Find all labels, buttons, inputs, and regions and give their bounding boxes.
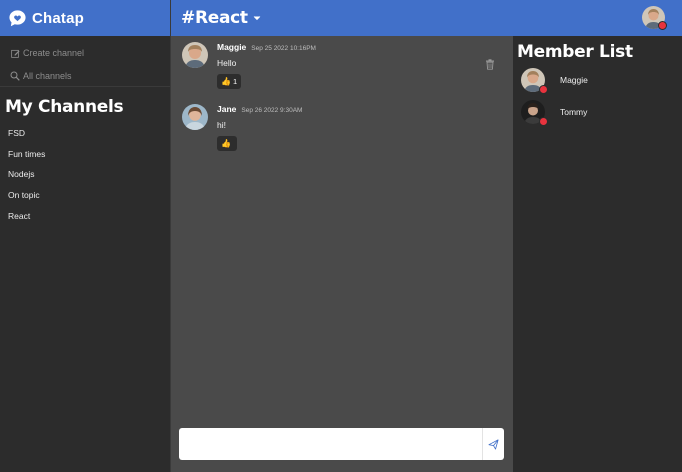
thumbs-up-icon: 👍 (221, 139, 231, 148)
status-indicator (539, 85, 548, 94)
send-icon[interactable] (482, 428, 504, 460)
edit-icon (10, 48, 20, 58)
channel-item-react[interactable]: React (0, 205, 170, 226)
all-channels-button[interactable]: All channels (0, 65, 170, 87)
create-channel-button[interactable]: Create channel (0, 42, 170, 64)
members-header (513, 0, 682, 36)
channel-item-on-topic[interactable]: On topic (0, 185, 170, 206)
member-item-tommy[interactable]: Tommy (513, 96, 682, 128)
brand[interactable]: Chatap (0, 0, 170, 36)
message-item: Maggie Sep 25 2022 10:16PM Hello 👍 1 (182, 42, 502, 97)
all-channels-label: All channels (23, 71, 72, 81)
channel-item-nodejs[interactable]: Nodejs (0, 164, 170, 185)
my-channels-heading: My Channels (5, 97, 124, 117)
member-list-heading: Member List (517, 42, 633, 62)
sidebar-actions: Create channel All channels (0, 36, 170, 87)
avatar[interactable] (182, 104, 208, 130)
chat-bubble-heart-icon (8, 9, 27, 28)
trash-icon[interactable] (485, 57, 495, 70)
reaction-button[interactable]: 👍 (217, 136, 237, 151)
member-name: Maggie (560, 75, 588, 85)
channel-item-fsd[interactable]: FSD (0, 123, 170, 144)
create-channel-label: Create channel (23, 48, 85, 58)
chat-panel: #React Maggie Sep 25 2022 10:16PM Hello … (171, 0, 513, 472)
message-text: hi! (217, 120, 226, 130)
message-item: Jane Sep 26 2022 9:30AM hi! 👍 (182, 104, 502, 159)
reaction-button[interactable]: 👍 1 (217, 74, 242, 89)
app-name: Chatap (32, 9, 85, 27)
message-author[interactable]: Maggie (217, 42, 246, 52)
reaction-count: 1 (232, 77, 238, 86)
message-text: Hello (217, 58, 237, 68)
member-list: Maggie Tommy (513, 64, 682, 128)
message-body: Maggie Sep 25 2022 10:16PM Hello 👍 1 (217, 42, 502, 89)
chevron-down-icon[interactable] (253, 15, 261, 21)
message-body: Jane Sep 26 2022 9:30AM hi! 👍 (217, 104, 502, 151)
message-timestamp: Sep 26 2022 9:30AM (241, 107, 303, 114)
thumbs-up-icon: 👍 (221, 77, 231, 86)
message-composer (179, 428, 504, 460)
channel-item-fun-times[interactable]: Fun times (0, 144, 170, 165)
status-indicator (539, 117, 548, 126)
avatar[interactable] (182, 42, 208, 68)
channel-list: FSD Fun times Nodejs On topic React (0, 123, 170, 226)
member-panel: Member List Maggie Tommy (513, 0, 682, 472)
message-input[interactable] (179, 428, 482, 460)
channel-title: #React (181, 8, 248, 28)
sidebar: Chatap Create channel All channels My Ch… (0, 0, 171, 472)
member-name: Tommy (560, 107, 588, 117)
message-timestamp: Sep 25 2022 10:16PM (251, 45, 316, 52)
member-item-maggie[interactable]: Maggie (513, 64, 682, 96)
chat-header: #React (171, 0, 513, 36)
message-author[interactable]: Jane (217, 104, 236, 114)
search-icon (10, 71, 20, 81)
status-indicator (658, 21, 667, 30)
